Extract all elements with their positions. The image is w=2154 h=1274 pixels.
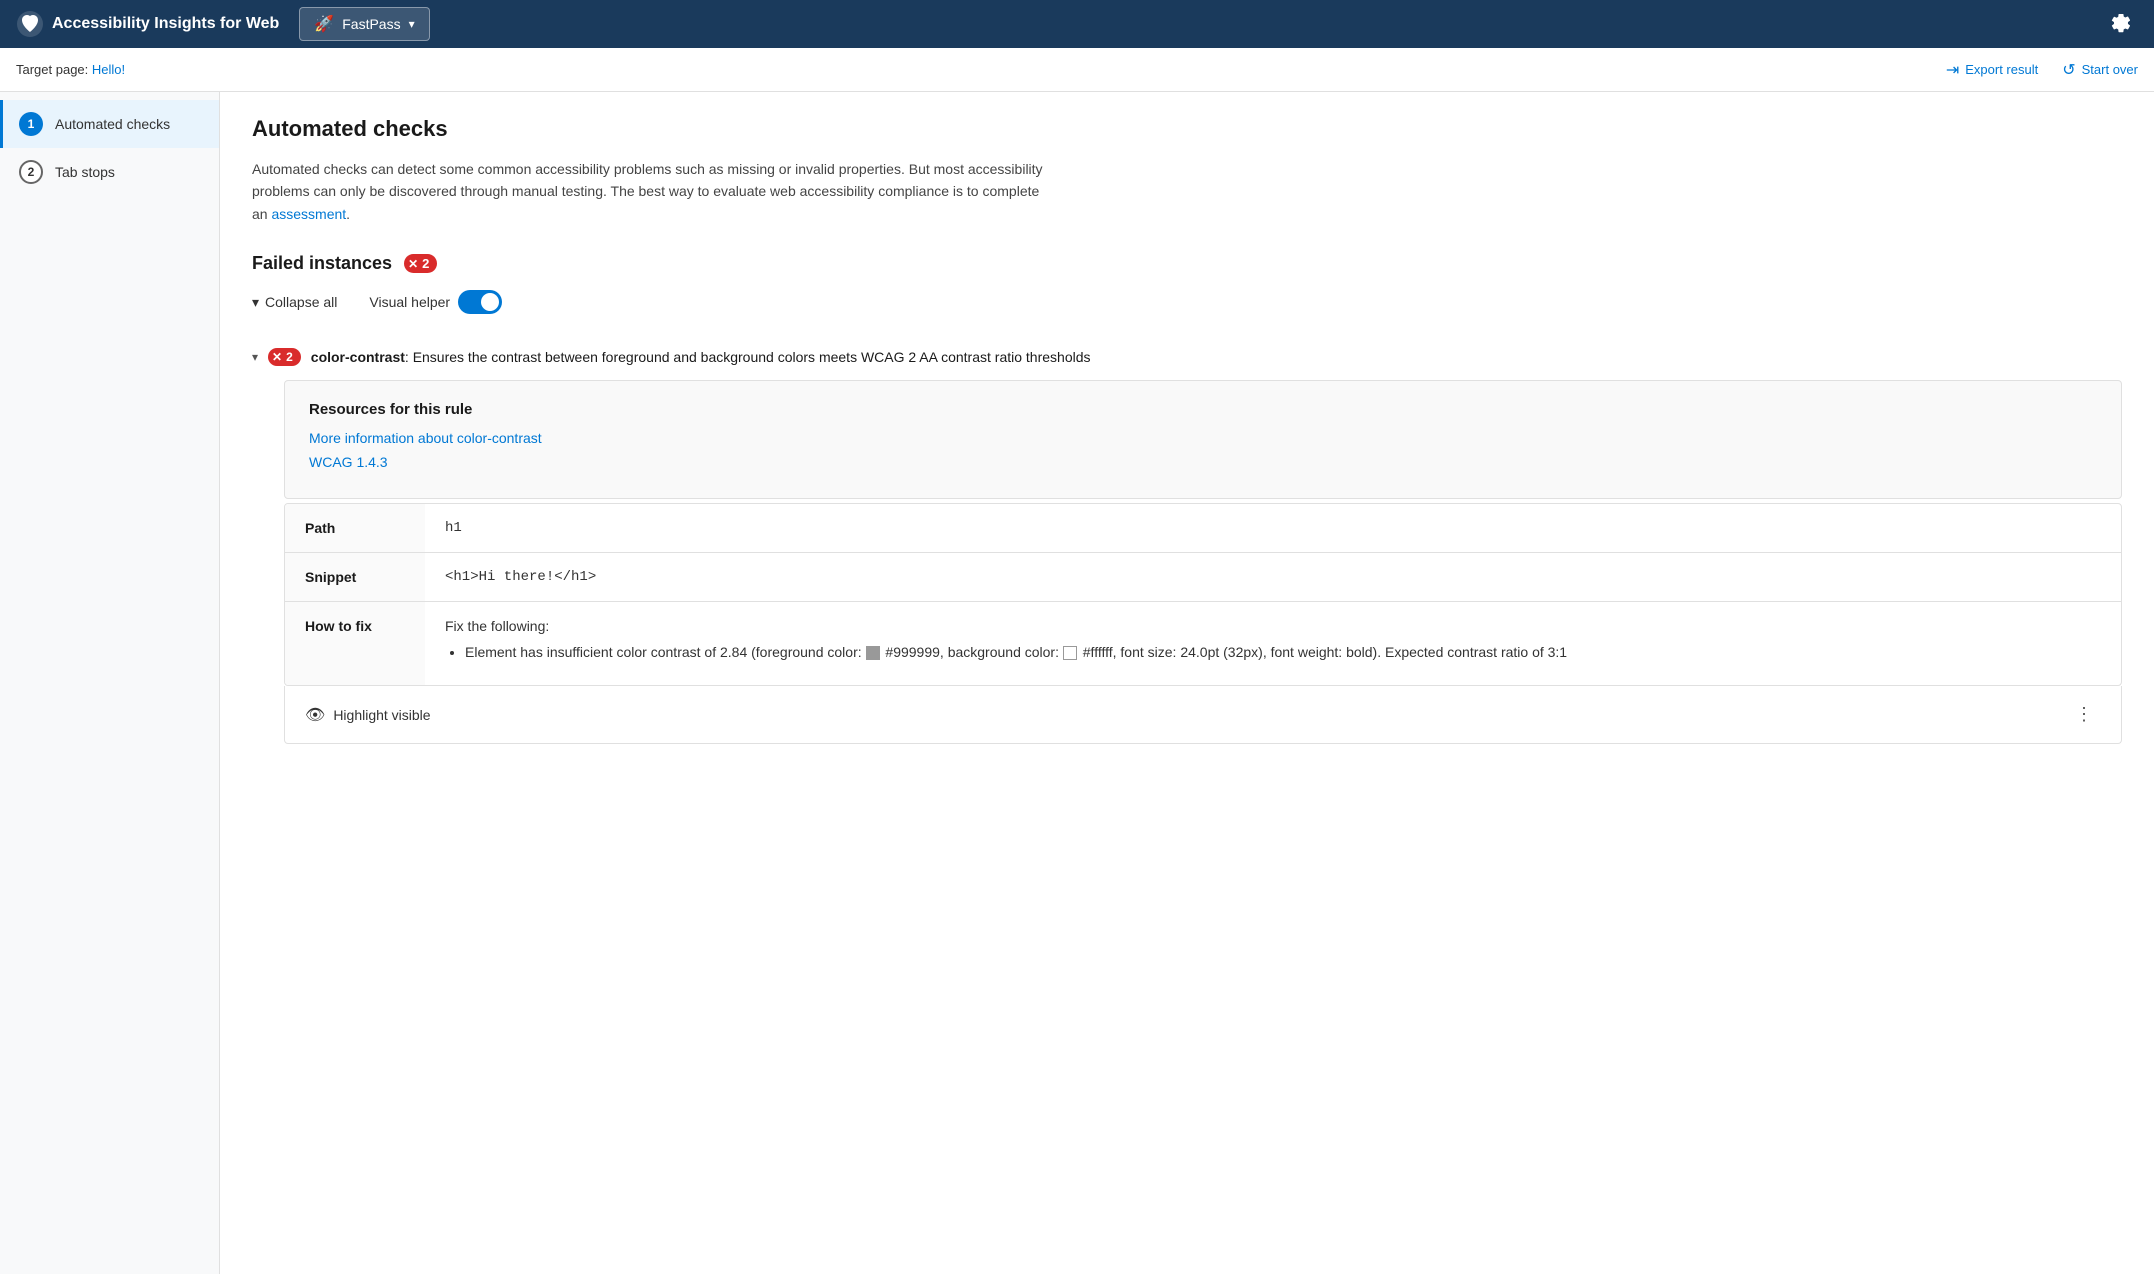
snippet-label: Snippet <box>285 553 425 601</box>
step-badge-2: 2 <box>19 160 43 184</box>
rule-count-badge: ✕ 2 <box>268 348 301 366</box>
step-badge-1: 1 <box>19 112 43 136</box>
fix-list: Element has insufficient color contrast … <box>445 642 2101 663</box>
assessment-link[interactable]: assessment <box>271 206 346 222</box>
foreground-color-swatch <box>866 646 880 660</box>
sidebar-item-tab-stops[interactable]: 2 Tab stops <box>0 148 219 196</box>
topbar: Accessibility Insights for Web 🚀 FastPas… <box>0 0 2154 48</box>
more-icon: ⋮ <box>2075 704 2093 724</box>
export-result-button[interactable]: ⇥ Export result <box>1946 60 2038 80</box>
failed-count-badge: ✕ 2 <box>404 254 437 273</box>
app-logo: Accessibility Insights for Web <box>16 10 279 38</box>
background-color-swatch <box>1063 646 1077 660</box>
gear-icon <box>2110 13 2130 33</box>
highlight-footer: 👁 Highlight visible ⋮ <box>284 686 2122 744</box>
fix-list-item: Element has insufficient color contrast … <box>465 642 2101 663</box>
sidebar: 1 Automated checks 2 Tab stops <box>0 92 220 1274</box>
resources-title: Resources for this rule <box>309 401 2097 418</box>
sidebar-label-tab-stops: Tab stops <box>55 164 115 180</box>
rule-chevron-icon: ▾ <box>252 350 258 364</box>
start-over-button[interactable]: ↺ Start over <box>2062 60 2138 80</box>
subheader-actions: ⇥ Export result ↺ Start over <box>1946 60 2138 80</box>
export-icon: ⇥ <box>1946 60 1959 80</box>
chevron-down-icon: ▾ <box>252 294 259 311</box>
path-label: Path <box>285 504 425 552</box>
page-title: Automated checks <box>252 116 2122 142</box>
how-to-fix-row: How to fix Fix the following: Element ha… <box>285 602 2121 685</box>
refresh-icon: ↺ <box>2062 60 2075 80</box>
sidebar-label-automated-checks: Automated checks <box>55 116 170 132</box>
path-value: h1 <box>425 504 2121 552</box>
resource-link-0[interactable]: More information about color-contrast <box>309 430 2097 446</box>
content-area: Automated checks Automated checks can de… <box>220 92 2154 1274</box>
failed-instances-title: Failed instances <box>252 253 392 274</box>
x-icon: ✕ <box>408 257 418 271</box>
logo-icon <box>16 10 44 38</box>
main-layout: 1 Automated checks 2 Tab stops Automated… <box>0 92 2154 1274</box>
path-row: Path h1 <box>285 504 2121 553</box>
instance-card: Path h1 Snippet <h1>Hi there!</h1> How t… <box>284 503 2122 686</box>
failed-instances-header: Failed instances ✕ 2 <box>252 253 2122 274</box>
x-icon-rule: ✕ <box>272 350 282 364</box>
chevron-down-icon: ▾ <box>409 17 415 31</box>
target-page: Target page: Hello! <box>16 62 125 77</box>
visual-helper-toggle-container: Visual helper <box>369 290 502 314</box>
sidebar-item-automated-checks[interactable]: 1 Automated checks <box>0 100 219 148</box>
snippet-value: <h1>Hi there!</h1> <box>425 553 2121 601</box>
visual-helper-toggle[interactable] <box>458 290 502 314</box>
subheader: Target page: Hello! ⇥ Export result ↺ St… <box>0 48 2154 92</box>
rule-row[interactable]: ▾ ✕ 2 color-contrast: Ensures the contra… <box>252 338 2122 376</box>
eye-icon: 👁 <box>305 705 325 725</box>
fastpass-dropdown[interactable]: 🚀 FastPass ▾ <box>299 7 429 41</box>
fastpass-icon: 🚀 <box>314 14 334 34</box>
fix-intro: Fix the following: <box>445 618 2101 634</box>
fix-label: How to fix <box>285 602 425 685</box>
collapse-all-button[interactable]: ▾ Collapse all <box>252 294 337 311</box>
highlight-visible-button[interactable]: 👁 Highlight visible <box>305 705 431 725</box>
resources-card: Resources for this rule More information… <box>284 380 2122 499</box>
fix-value: Fix the following: Element has insuffici… <box>425 602 2121 685</box>
target-page-link[interactable]: Hello! <box>92 62 125 77</box>
snippet-row: Snippet <h1>Hi there!</h1> <box>285 553 2121 602</box>
more-options-button[interactable]: ⋮ <box>2067 700 2101 729</box>
resource-link-1[interactable]: WCAG 1.4.3 <box>309 454 2097 470</box>
rule-title: color-contrast: Ensures the contrast bet… <box>311 349 1091 365</box>
settings-button[interactable] <box>2102 5 2138 44</box>
controls-row: ▾ Collapse all Visual helper <box>252 290 2122 314</box>
description: Automated checks can detect some common … <box>252 158 1052 225</box>
